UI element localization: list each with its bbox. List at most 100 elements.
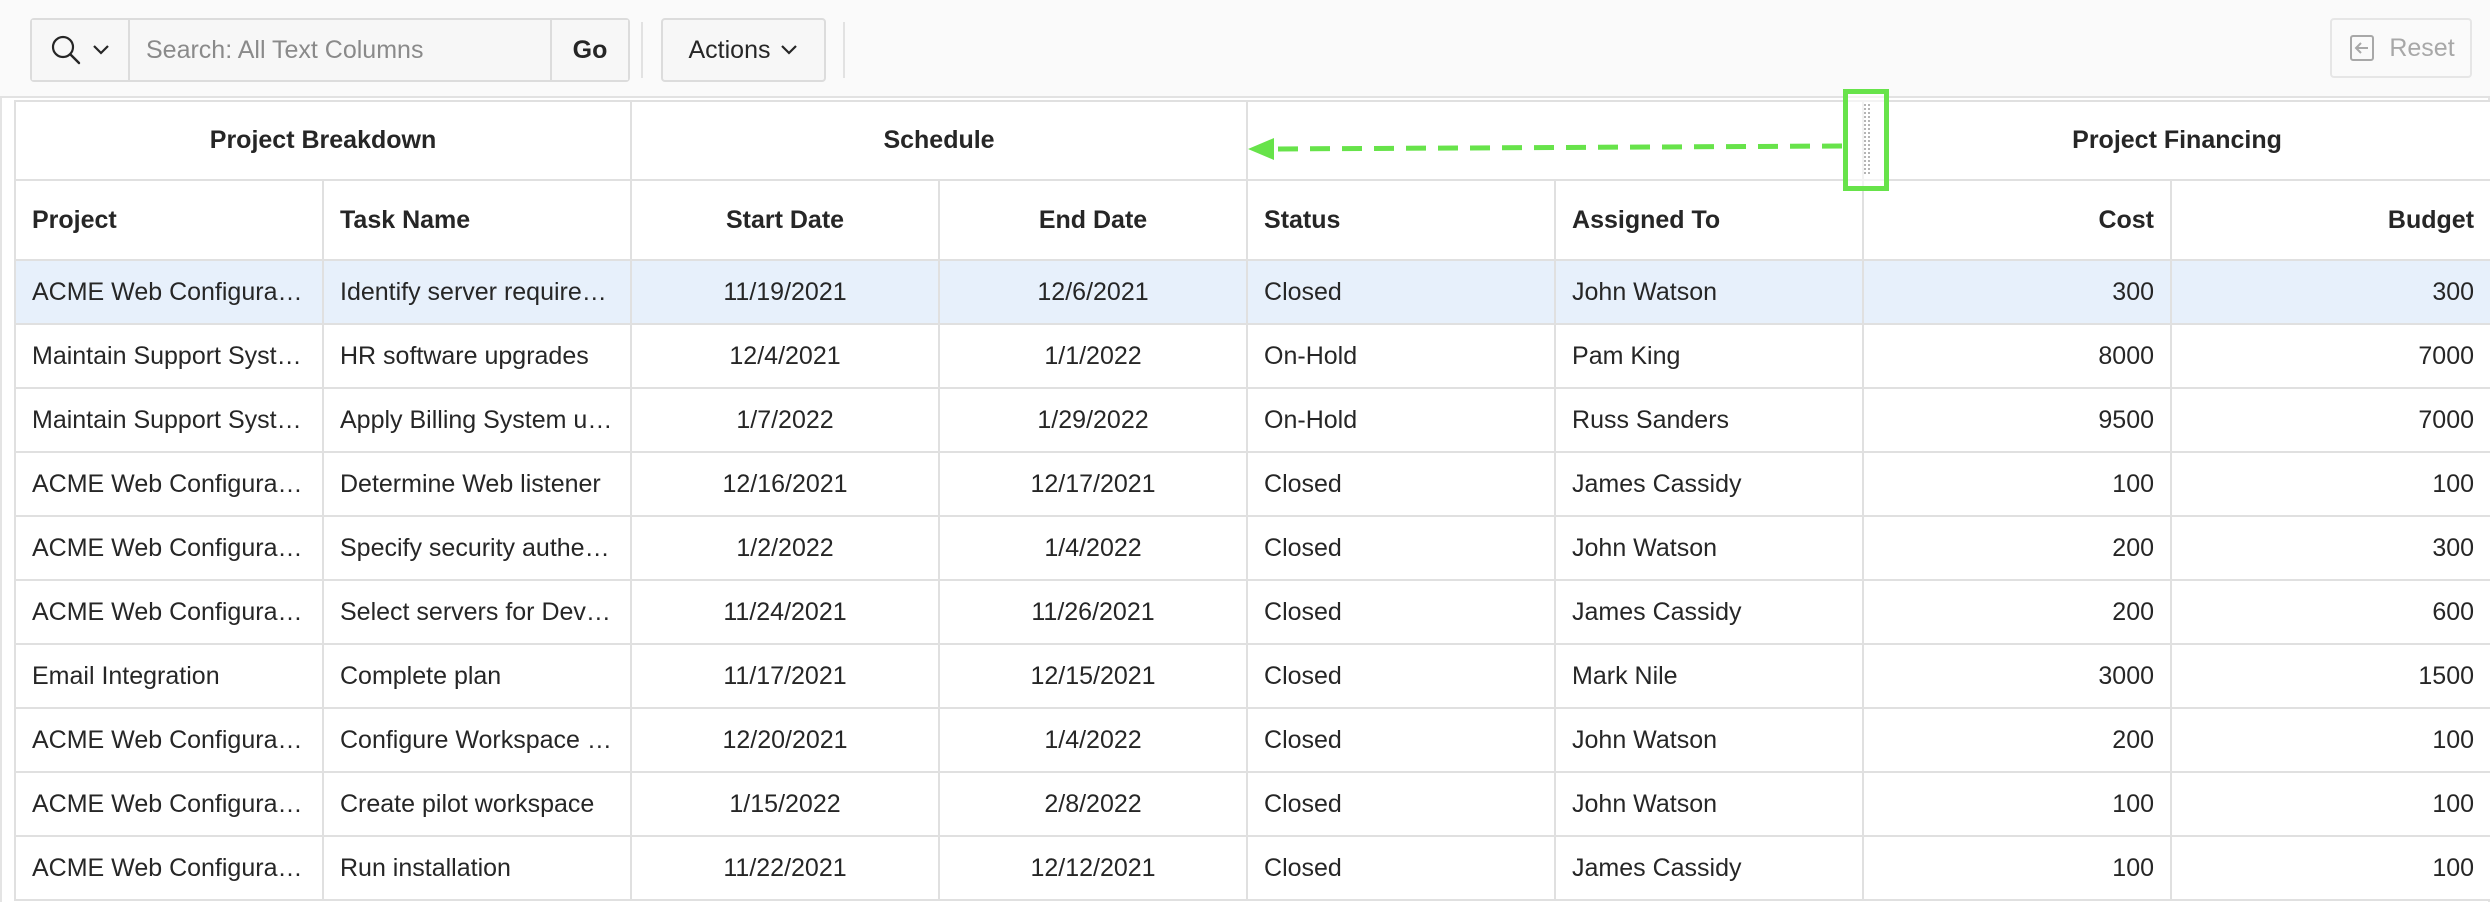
group-header-schedule[interactable]: Schedule xyxy=(630,100,1249,181)
cell-assigned-to[interactable]: John Watson xyxy=(1554,771,1865,837)
go-button[interactable]: Go xyxy=(550,20,628,80)
cell-end-date[interactable]: 12/15/2021 xyxy=(938,643,1249,709)
cell-budget[interactable]: 100 xyxy=(2170,771,2490,837)
cell-status[interactable]: Closed xyxy=(1246,515,1557,581)
actions-menu-button[interactable]: Actions xyxy=(661,18,826,82)
table-row[interactable]: ACME Web Configuration Determine Web lis… xyxy=(14,451,2490,517)
cell-status[interactable]: On-Hold xyxy=(1246,323,1557,389)
cell-assigned-to[interactable]: Russ Sanders xyxy=(1554,387,1865,453)
cell-start-date[interactable]: 1/2/2022 xyxy=(630,515,941,581)
cell-status[interactable]: Closed xyxy=(1246,771,1557,837)
cell-budget[interactable]: 600 xyxy=(2170,579,2490,645)
cell-end-date[interactable]: 2/8/2022 xyxy=(938,771,1249,837)
cell-status[interactable]: Closed xyxy=(1246,707,1557,773)
cell-start-date[interactable]: 11/19/2021 xyxy=(630,259,941,325)
cell-budget[interactable]: 7000 xyxy=(2170,323,2490,389)
cell-project[interactable]: Maintain Support Systems xyxy=(14,323,324,389)
table-row[interactable]: ACME Web Configuration Select servers fo… xyxy=(14,579,2490,645)
cell-project[interactable]: ACME Web Configuration xyxy=(14,771,324,837)
table-row[interactable]: Maintain Support Systems Apply Billing S… xyxy=(14,387,2490,453)
cell-assigned-to[interactable]: John Watson xyxy=(1554,259,1865,325)
cell-cost[interactable]: 100 xyxy=(1862,835,2173,901)
cell-status[interactable]: Closed xyxy=(1246,579,1557,645)
group-header-empty[interactable] xyxy=(1246,100,1865,181)
cell-end-date[interactable]: 12/17/2021 xyxy=(938,451,1249,517)
cell-assigned-to[interactable]: Pam King xyxy=(1554,323,1865,389)
cell-end-date[interactable]: 12/6/2021 xyxy=(938,259,1249,325)
cell-status[interactable]: Closed xyxy=(1246,259,1557,325)
cell-end-date[interactable]: 1/4/2022 xyxy=(938,707,1249,773)
cell-status[interactable]: Closed xyxy=(1246,643,1557,709)
cell-budget[interactable]: 1500 xyxy=(2170,643,2490,709)
cell-project[interactable]: ACME Web Configuration xyxy=(14,259,324,325)
cell-cost[interactable]: 100 xyxy=(1862,771,2173,837)
group-header-project-financing[interactable]: Project Financing xyxy=(1862,100,2490,181)
cell-project[interactable]: ACME Web Configuration xyxy=(14,835,324,901)
cell-project[interactable]: Email Integration xyxy=(14,643,324,709)
cell-task-name[interactable]: Specify security authentication xyxy=(321,515,633,581)
cell-budget[interactable]: 300 xyxy=(2170,515,2490,581)
cell-status[interactable]: Closed xyxy=(1246,835,1557,901)
cell-start-date[interactable]: 11/24/2021 xyxy=(630,579,941,645)
cell-end-date[interactable]: 11/26/2021 xyxy=(938,579,1249,645)
cell-assigned-to[interactable]: James Cassidy xyxy=(1554,579,1865,645)
cell-assigned-to[interactable]: James Cassidy xyxy=(1554,835,1865,901)
cell-project[interactable]: ACME Web Configuration xyxy=(14,707,324,773)
table-row[interactable]: ACME Web Configuration Identify server r… xyxy=(14,259,2490,325)
cell-assigned-to[interactable]: John Watson xyxy=(1554,707,1865,773)
cell-end-date[interactable]: 1/29/2022 xyxy=(938,387,1249,453)
search-input[interactable] xyxy=(130,20,550,80)
cell-start-date[interactable]: 11/22/2021 xyxy=(630,835,941,901)
cell-end-date[interactable]: 1/1/2022 xyxy=(938,323,1249,389)
table-row[interactable]: ACME Web Configuration Create pilot work… xyxy=(14,771,2490,837)
reset-button[interactable]: Reset xyxy=(2330,18,2472,78)
column-header-project[interactable]: Project xyxy=(14,179,324,261)
cell-task-name[interactable]: Select servers for Development xyxy=(321,579,633,645)
cell-start-date[interactable]: 12/4/2021 xyxy=(630,323,941,389)
cell-task-name[interactable]: Create pilot workspace xyxy=(321,771,633,837)
cell-assigned-to[interactable]: James Cassidy xyxy=(1554,451,1865,517)
cell-end-date[interactable]: 1/4/2022 xyxy=(938,515,1249,581)
table-row[interactable]: ACME Web Configuration Specify security … xyxy=(14,515,2490,581)
cell-cost[interactable]: 3000 xyxy=(1862,643,2173,709)
column-header-end-date[interactable]: End Date xyxy=(938,179,1249,261)
column-header-status[interactable]: Status xyxy=(1246,179,1557,261)
cell-assigned-to[interactable]: John Watson xyxy=(1554,515,1865,581)
column-group-drag-handle[interactable] xyxy=(1843,89,1889,191)
cell-task-name[interactable]: Configure Workspace provisioning xyxy=(321,707,633,773)
cell-task-name[interactable]: Apply Billing System updates xyxy=(321,387,633,453)
column-header-budget[interactable]: Budget xyxy=(2170,179,2490,261)
cell-task-name[interactable]: Identify server requirements xyxy=(321,259,633,325)
cell-project[interactable]: ACME Web Configuration xyxy=(14,579,324,645)
cell-end-date[interactable]: 12/12/2021 xyxy=(938,835,1249,901)
column-header-assigned-to[interactable]: Assigned To xyxy=(1554,179,1865,261)
table-row[interactable]: Maintain Support Systems HR software upg… xyxy=(14,323,2490,389)
cell-budget[interactable]: 100 xyxy=(2170,707,2490,773)
column-header-cost[interactable]: Cost xyxy=(1862,179,2173,261)
column-header-task-name[interactable]: Task Name xyxy=(321,179,633,261)
cell-cost[interactable]: 200 xyxy=(1862,515,2173,581)
cell-assigned-to[interactable]: Mark Nile xyxy=(1554,643,1865,709)
cell-cost[interactable]: 8000 xyxy=(1862,323,2173,389)
cell-task-name[interactable]: Determine Web listener xyxy=(321,451,633,517)
table-row[interactable]: ACME Web Configuration Configure Workspa… xyxy=(14,707,2490,773)
cell-task-name[interactable]: Run installation xyxy=(321,835,633,901)
cell-project[interactable]: ACME Web Configuration xyxy=(14,451,324,517)
cell-cost[interactable]: 200 xyxy=(1862,707,2173,773)
table-row[interactable]: ACME Web Configuration Run installation … xyxy=(14,835,2490,901)
cell-budget[interactable]: 100 xyxy=(2170,451,2490,517)
group-header-project-breakdown[interactable]: Project Breakdown xyxy=(13,100,633,181)
cell-budget[interactable]: 7000 xyxy=(2170,387,2490,453)
cell-status[interactable]: On-Hold xyxy=(1246,387,1557,453)
cell-start-date[interactable]: 1/7/2022 xyxy=(630,387,941,453)
cell-start-date[interactable]: 12/16/2021 xyxy=(630,451,941,517)
cell-status[interactable]: Closed xyxy=(1246,451,1557,517)
cell-cost[interactable]: 9500 xyxy=(1862,387,2173,453)
cell-task-name[interactable]: HR software upgrades xyxy=(321,323,633,389)
cell-cost[interactable]: 300 xyxy=(1862,259,2173,325)
cell-cost[interactable]: 100 xyxy=(1862,451,2173,517)
cell-task-name[interactable]: Complete plan xyxy=(321,643,633,709)
table-row[interactable]: Email Integration Complete plan 11/17/20… xyxy=(14,643,2490,709)
search-column-toggle[interactable] xyxy=(32,20,130,80)
cell-budget[interactable]: 300 xyxy=(2170,259,2490,325)
